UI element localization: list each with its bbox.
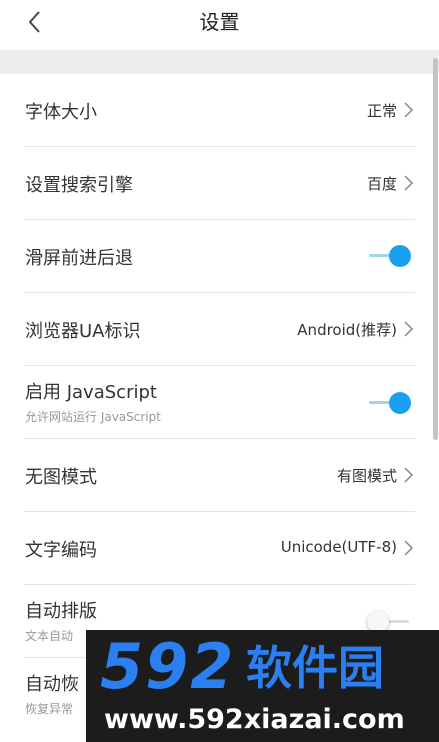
toggle-knob — [389, 245, 411, 267]
setting-label: 设置搜索引擎 — [25, 175, 133, 196]
setting-row-swipe-nav: 滑屏前进后退 — [0, 220, 439, 293]
setting-label: 字体大小 — [25, 102, 97, 123]
setting-label: 浏览器UA标识 — [25, 321, 141, 342]
page-title: 设置 — [199, 10, 240, 34]
watermark-logo-text: 软件园 — [246, 641, 384, 695]
setting-value: Unicode(UTF-8) — [280, 538, 397, 556]
swipe-nav-toggle[interactable] — [367, 244, 411, 268]
chevron-right-icon — [403, 465, 415, 485]
section-gap — [0, 50, 439, 74]
setting-value: Android(推荐) — [297, 321, 397, 339]
setting-row-font-size[interactable]: 字体大小 正常 — [0, 74, 439, 147]
watermark-url: www.592xiazai.com — [104, 704, 405, 735]
scrollbar[interactable] — [433, 58, 438, 440]
chevron-right-icon — [403, 100, 415, 120]
setting-value: 有图模式 — [336, 467, 397, 485]
setting-description: 文本自动 — [25, 629, 74, 643]
chevron-right-icon — [403, 319, 415, 339]
watermark-banner: 592 软件园 www.592xiazai.com — [86, 630, 439, 742]
chevron-right-icon — [403, 538, 415, 558]
watermark-logo-number: 592 — [100, 630, 236, 703]
setting-value: 百度 — [366, 175, 397, 193]
setting-row-encoding[interactable]: 文字编码 Unicode(UTF-8) — [0, 512, 439, 585]
setting-label: 文字编码 — [25, 540, 97, 561]
setting-label: 自动恢 — [25, 674, 79, 695]
setting-row-javascript: 启用 JavaScript 允许网站运行 JavaScript — [0, 366, 439, 439]
setting-row-no-image[interactable]: 无图模式 有图模式 — [0, 439, 439, 512]
setting-label: 自动排版 — [25, 601, 97, 622]
setting-label: 启用 JavaScript — [25, 382, 157, 403]
toggle-knob — [389, 392, 411, 414]
chevron-right-icon — [403, 173, 415, 193]
setting-label: 滑屏前进后退 — [25, 248, 133, 269]
setting-label: 无图模式 — [25, 467, 97, 488]
setting-description: 允许网站运行 JavaScript — [25, 410, 161, 424]
setting-row-search-engine[interactable]: 设置搜索引擎 百度 — [0, 147, 439, 220]
top-bar: 设置 — [0, 0, 439, 50]
javascript-toggle[interactable] — [367, 391, 411, 415]
setting-description: 恢复异常 — [25, 702, 74, 716]
setting-row-user-agent[interactable]: 浏览器UA标识 Android(推荐) — [0, 293, 439, 366]
setting-value: 正常 — [366, 102, 397, 120]
